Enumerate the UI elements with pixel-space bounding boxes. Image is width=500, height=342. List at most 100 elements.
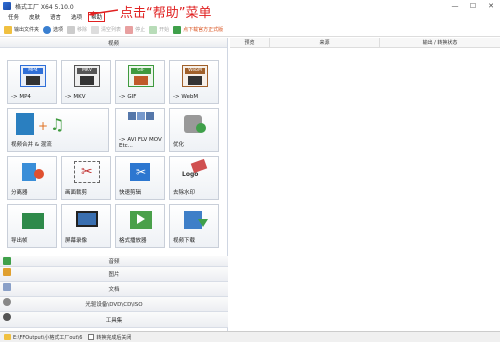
start-button[interactable]: 开始: [149, 25, 169, 34]
output-path[interactable]: E:\FFOutput\小格式工厂out\6: [13, 334, 82, 341]
tile-optimize[interactable]: 优化: [169, 108, 219, 152]
optimize-icon: [182, 113, 208, 135]
folder-icon: [4, 334, 11, 340]
section-document-label: 文档: [108, 287, 120, 293]
export-frames-icon: [20, 209, 46, 231]
toolbar: 输出文件夹 选项 移除 清空列表 停止 开始 点下载官方正式版: [0, 23, 500, 37]
eraser-logo-icon: Logo: [182, 158, 208, 183]
tile-quick-clip[interactable]: ✂ 快速剪辑: [115, 156, 165, 200]
tile-label: 分离器: [11, 190, 28, 196]
gif-icon: GIF: [128, 65, 154, 87]
tile-label: 快速剪辑: [119, 190, 142, 196]
mkv-badge: MKV: [77, 68, 97, 74]
download-icon: [173, 25, 182, 34]
image-icon: [3, 268, 11, 276]
menu-options[interactable]: 选项: [69, 13, 84, 21]
shutdown-label: 转换完成后关闭: [96, 334, 132, 341]
tile-to-avi-flv-mov[interactable]: -> AVI FLV MOV Etc...: [115, 108, 165, 152]
tile-label: 去除水印: [173, 190, 196, 196]
tile-export-frames[interactable]: 导出帧: [7, 204, 57, 248]
tile-label: 优化: [173, 142, 185, 148]
tile-to-mp4[interactable]: MP4 -> MP4: [7, 60, 57, 104]
toolbox-icon: [3, 313, 11, 321]
tile-label: 视频合并 & 混流: [11, 142, 52, 148]
tile-label: -> GIF: [119, 94, 137, 100]
disc-icon: [3, 298, 11, 306]
splitter-icon: [20, 161, 46, 183]
tile-to-mkv[interactable]: MKV -> MKV: [61, 60, 111, 104]
audio-icon: [3, 257, 11, 265]
stop-label: 停止: [135, 27, 146, 33]
menu-language[interactable]: 语言: [48, 13, 63, 21]
tile-remove-watermark[interactable]: Logo 去除水印: [169, 156, 219, 200]
status-bar: E:\FFOutput\小格式工厂out\6 转换完成后关闭: [0, 331, 500, 342]
scissors-icon: ✂: [74, 161, 100, 183]
collapsed-sections: 音频 图片 文档 光驱设备\DVD\CD\ISO 工具集: [0, 256, 228, 328]
folder-icon: [4, 25, 12, 34]
section-document-header[interactable]: 文档: [0, 282, 228, 297]
menu-task[interactable]: 任务: [6, 13, 21, 21]
tile-format-player[interactable]: 格式播放器: [115, 204, 165, 248]
player-icon: [128, 209, 154, 231]
stop-icon: [125, 25, 134, 34]
section-toolbox-label: 工具集: [105, 317, 123, 324]
section-audio-header[interactable]: 音频: [0, 256, 228, 267]
stop-button[interactable]: 停止: [125, 25, 146, 34]
annotation-arrow-icon: [88, 9, 118, 16]
remove-icon: [67, 25, 76, 34]
mkv-icon: MKV: [74, 65, 100, 87]
col-preview[interactable]: 预览: [230, 37, 270, 48]
output-folder-label: 输出文件夹: [14, 27, 40, 33]
remove-label: 移除: [77, 27, 88, 33]
menu-bar: 任务 皮肤 语言 选项 帮助: [0, 12, 500, 22]
film-merge-icon: + ♫: [16, 113, 76, 135]
section-video-header[interactable]: 视频: [0, 38, 227, 48]
remove-button[interactable]: 移除: [67, 25, 88, 34]
screen-record-icon: [74, 209, 100, 231]
section-toolbox-header[interactable]: 工具集: [0, 312, 228, 328]
options-label: 选项: [53, 27, 64, 33]
tile-label: 屏幕录像: [65, 238, 88, 244]
section-audio-label: 音频: [108, 259, 120, 265]
close-button[interactable]: ✕: [482, 0, 500, 12]
tile-label: -> MKV: [65, 94, 86, 100]
section-image-header[interactable]: 图片: [0, 267, 228, 282]
film-formats-icon: [128, 112, 154, 128]
section-video-label: 视频: [107, 40, 119, 47]
maximize-button[interactable]: ☐: [464, 0, 482, 12]
section-image-label: 图片: [108, 272, 120, 278]
tile-video-merge[interactable]: + ♫ 视频合并 & 混流: [7, 108, 109, 152]
video-download-icon: [182, 209, 208, 231]
download-official-link[interactable]: 点下载官方正式版: [173, 25, 223, 34]
task-list-header: 预览 来源 输出 / 转换状态: [230, 37, 500, 48]
task-list: 预览 来源 输出 / 转换状态: [230, 37, 500, 332]
function-panel: 视频 MP4 -> MP4 MKV -> MKV GIF -> GIF WebM…: [0, 38, 228, 332]
mp4-badge: MP4: [23, 68, 43, 74]
col-source[interactable]: 来源: [270, 37, 380, 48]
clear-list-button[interactable]: 清空列表: [91, 25, 122, 34]
mp4-icon: MP4: [20, 65, 46, 87]
menu-skin[interactable]: 皮肤: [27, 13, 42, 21]
tile-to-webm[interactable]: WebM -> WebM: [169, 60, 219, 104]
tile-crop[interactable]: ✂ 画面裁剪: [61, 156, 111, 200]
options-icon: [43, 25, 52, 34]
tile-label: 视频下载: [173, 238, 196, 244]
shutdown-checkbox[interactable]: [88, 334, 95, 340]
window-title: 格式工厂 X64 5.10.0: [15, 3, 74, 11]
tile-label: -> MP4: [11, 94, 31, 100]
clear-list-icon: [91, 25, 100, 34]
tile-splitter[interactable]: 分离器: [7, 156, 57, 200]
minimize-button[interactable]: —: [446, 0, 464, 12]
title-bar: 格式工厂 X64 5.10.0 — ☐ ✕: [0, 0, 500, 12]
tile-to-gif[interactable]: GIF -> GIF: [115, 60, 165, 104]
quick-clip-icon: ✂: [128, 161, 154, 183]
section-optical-header[interactable]: 光驱设备\DVD\CD\ISO: [0, 297, 228, 312]
clear-list-label: 清空列表: [101, 27, 122, 33]
col-output-status[interactable]: 输出 / 转换状态: [380, 38, 500, 48]
section-optical-label: 光驱设备\DVD\CD\ISO: [85, 302, 143, 308]
options-button[interactable]: 选项: [43, 25, 64, 34]
document-icon: [3, 283, 11, 291]
tile-screen-record[interactable]: 屏幕录像: [61, 204, 111, 248]
output-folder-button[interactable]: 输出文件夹: [4, 25, 40, 34]
tile-video-download[interactable]: 视频下载: [169, 204, 219, 248]
